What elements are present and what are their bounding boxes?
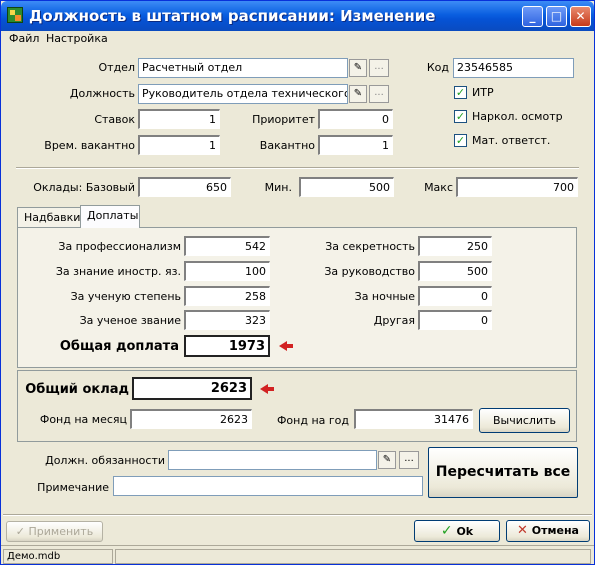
status-message — [115, 549, 591, 564]
cancel-button[interactable]: ✕ Отмена — [506, 520, 590, 542]
total-salary-field: 2623 — [132, 377, 252, 400]
position-edit-icon[interactable]: ✎ — [349, 85, 367, 103]
academic-title-label: За ученое звание — [79, 314, 181, 327]
department-label: Отдел — [98, 61, 135, 74]
itr-label: ИТР — [472, 86, 494, 99]
total-surcharge-label: Общая доплата — [59, 339, 179, 354]
duties-select-button[interactable]: ... — [399, 451, 419, 469]
min-salary-field[interactable]: 500 — [299, 177, 394, 197]
language-label: За знание иностр. яз. — [55, 265, 181, 278]
mat-checkbox[interactable]: ✓ — [454, 134, 467, 147]
maximize-button[interactable]: □ — [546, 6, 567, 27]
temp-vacant-label: Врем. вакантно — [44, 139, 135, 152]
other-label: Другая — [373, 314, 415, 327]
menu-bar: Файл Настройка — [1, 31, 594, 47]
menu-file[interactable]: Файл — [9, 32, 39, 45]
night-label: За ночные — [354, 290, 415, 303]
apply-label: Применить — [28, 525, 94, 538]
dialog-window: Должность в штатном расписании: Изменени… — [0, 0, 595, 565]
code-label: Код — [426, 61, 449, 74]
cancel-label: Отмена — [531, 524, 579, 537]
academic-title-field[interactable]: 323 — [184, 310, 270, 330]
priority-field[interactable]: 0 — [318, 109, 393, 129]
apply-button[interactable]: ✓ Применить — [6, 521, 103, 542]
priority-label: Приоритет — [252, 113, 315, 126]
max-salary-field[interactable]: 700 — [456, 177, 578, 197]
vacant-label: Вакантно — [259, 139, 315, 152]
professionalism-label: За профессионализм — [58, 240, 181, 253]
tab-allowances[interactable]: Надбавки — [17, 207, 81, 228]
footer-separator — [3, 514, 592, 516]
degree-label: За ученую степень — [70, 290, 181, 303]
mat-label: Мат. ответст. — [472, 134, 551, 147]
title-bar[interactable]: Должность в штатном расписании: Изменени… — [1, 1, 594, 31]
year-fund-label: Фонд на год — [276, 414, 349, 427]
status-database-file: Демо.mdb — [3, 549, 113, 564]
total-surcharge-arrow-icon — [279, 341, 293, 351]
base-salary-label: Оклады: Базовый — [33, 181, 135, 194]
other-field[interactable]: 0 — [418, 310, 492, 330]
recalculate-all-button[interactable]: Пересчитать все — [428, 447, 578, 498]
calculate-button[interactable]: Вычислить — [479, 408, 570, 433]
total-salary-label: Общий оклад — [25, 382, 129, 397]
month-fund-label: Фонд на месяц — [39, 413, 127, 426]
close-button[interactable]: ✕ — [570, 6, 591, 27]
narco-label: Наркол. осмотр — [472, 110, 563, 123]
management-label: За руководство — [324, 265, 415, 278]
department-edit-icon[interactable]: ✎ — [349, 59, 367, 77]
separator — [16, 167, 579, 169]
max-salary-label: Макс — [424, 181, 453, 194]
tab-surcharges[interactable]: Доплаты — [80, 205, 140, 228]
ok-label: Ok — [456, 525, 474, 538]
night-field[interactable]: 0 — [418, 286, 492, 306]
secrecy-field[interactable]: 250 — [418, 236, 492, 256]
duties-field[interactable] — [168, 450, 377, 470]
total-salary-arrow-icon — [260, 384, 274, 394]
duties-label: Должн. обязанности — [45, 454, 165, 467]
menu-settings[interactable]: Настройка — [46, 32, 108, 45]
apply-check-icon: ✓ — [15, 525, 25, 538]
temp-vacant-field[interactable]: 1 — [138, 135, 220, 155]
app-icon — [7, 7, 23, 23]
position-select-button[interactable]: ... — [369, 85, 389, 103]
department-select-button[interactable]: ... — [369, 59, 389, 77]
language-field[interactable]: 100 — [184, 261, 270, 281]
minimize-button[interactable]: _ — [522, 6, 543, 27]
duties-edit-icon[interactable]: ✎ — [378, 451, 396, 469]
vacant-field[interactable]: 1 — [318, 135, 393, 155]
department-field[interactable]: Расчетный отдел — [138, 58, 348, 78]
itr-checkbox[interactable]: ✓ — [454, 86, 467, 99]
note-field[interactable] — [113, 476, 423, 496]
window-title: Должность в штатном расписании: Изменени… — [29, 7, 436, 25]
year-fund-field[interactable]: 31476 — [354, 409, 473, 429]
rates-field[interactable]: 1 — [138, 109, 220, 129]
cancel-x-icon: ✕ — [517, 523, 528, 538]
note-label: Примечание — [37, 481, 109, 494]
base-salary-field[interactable]: 650 — [138, 177, 231, 197]
ok-check-icon: ✓ — [440, 523, 453, 539]
degree-field[interactable]: 258 — [184, 286, 270, 306]
ok-button[interactable]: ✓ Ok — [414, 520, 500, 542]
narco-checkbox[interactable]: ✓ — [454, 110, 467, 123]
month-fund-field[interactable]: 2623 — [130, 409, 252, 429]
management-field[interactable]: 500 — [418, 261, 492, 281]
professionalism-field[interactable]: 542 — [184, 236, 270, 256]
total-surcharge-field: 1973 — [184, 335, 270, 357]
position-label: Должность — [69, 87, 135, 100]
code-field[interactable]: 23546585 — [453, 58, 574, 78]
secrecy-label: За секретность — [325, 240, 415, 253]
min-salary-label: Мин. — [264, 181, 292, 194]
position-field[interactable]: Руководитель отдела технического контр — [138, 84, 348, 104]
rates-label: Ставок — [94, 113, 135, 126]
status-bar: Демо.mdb — [1, 545, 594, 565]
